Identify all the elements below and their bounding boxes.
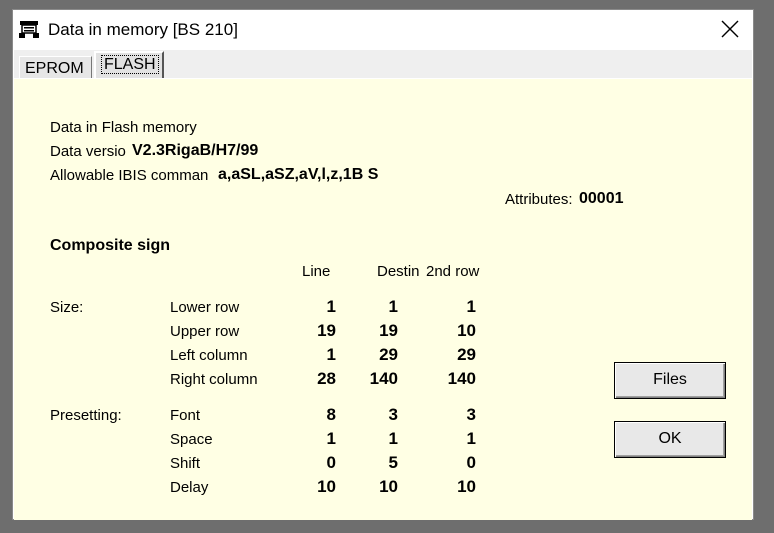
cell-line: 0 (326, 453, 336, 472)
row-label: Space (170, 431, 213, 448)
row-label: Upper row (170, 323, 240, 340)
cell-line: 1 (326, 429, 336, 448)
cell-destin: 10 (379, 477, 398, 496)
row-label: Shift (170, 455, 201, 472)
attributes-value: 00001 (579, 190, 624, 207)
row-label: Right column (170, 371, 258, 388)
tab-strip: EPROM FLASH (14, 50, 752, 79)
cell-destin: 19 (379, 321, 398, 340)
cell-2nd-row: 1 (466, 429, 476, 448)
window-title: Data in memory [BS 210] (48, 20, 238, 39)
cell-line: 1 (326, 297, 336, 316)
cell-line: 28 (317, 369, 336, 388)
cell-line: 10 (317, 477, 336, 496)
tab-flash-label: FLASH (101, 55, 159, 74)
dialog-window: Data in memory [BS 210] EPROM FLASH Data… (12, 9, 754, 520)
cell-line: 19 (317, 321, 336, 340)
cell-line: 1 (326, 345, 336, 364)
cell-2nd-row: 29 (457, 345, 476, 364)
close-icon (721, 20, 739, 38)
info-heading: Data in Flash memory (50, 119, 197, 136)
flash-panel: Data in Flash memory Data versio V2.3Rig… (14, 78, 752, 520)
cell-2nd-row: 1 (466, 297, 476, 316)
app-icon (19, 21, 39, 38)
col-header-2nd-row: 2nd row (426, 263, 480, 280)
cell-line: 8 (326, 405, 336, 424)
cell-2nd-row: 10 (457, 477, 476, 496)
title-bar[interactable]: Data in memory [BS 210] (13, 10, 753, 48)
cell-destin: 1 (388, 429, 398, 448)
cell-2nd-row: 3 (466, 405, 476, 424)
col-header-line: Line (302, 263, 331, 280)
cell-destin: 3 (388, 405, 398, 424)
composite-title: Composite sign (50, 237, 171, 254)
cell-2nd-row: 140 (447, 369, 476, 388)
cell-2nd-row: 10 (457, 321, 476, 340)
files-button[interactable]: Files (614, 362, 726, 399)
cell-destin: 140 (369, 369, 398, 388)
row-label: Lower row (170, 299, 240, 316)
tab-flash[interactable]: FLASH (94, 51, 164, 79)
cell-destin: 29 (379, 345, 398, 364)
version-label: Data versio (50, 143, 126, 160)
group-label-size: Size: (50, 299, 84, 316)
attributes-label: Attributes: (505, 191, 573, 208)
commands-value: a,aSL,aSZ,aV,l,z,1B S (218, 166, 379, 183)
cell-2nd-row: 0 (466, 453, 476, 472)
close-button[interactable] (707, 10, 753, 48)
cell-destin: 1 (388, 297, 398, 316)
row-label: Left column (170, 347, 248, 364)
commands-label: Allowable IBIS comman (50, 167, 209, 184)
version-value: V2.3RigaB/H7/99 (132, 142, 259, 159)
cell-destin: 5 (388, 453, 398, 472)
row-label: Delay (170, 479, 209, 496)
tab-eprom[interactable]: EPROM (19, 56, 92, 78)
group-label-presetting: Presetting: (50, 407, 122, 424)
ok-button[interactable]: OK (614, 421, 726, 458)
col-header-destin: Destin (377, 263, 420, 280)
row-label: Font (170, 407, 201, 424)
